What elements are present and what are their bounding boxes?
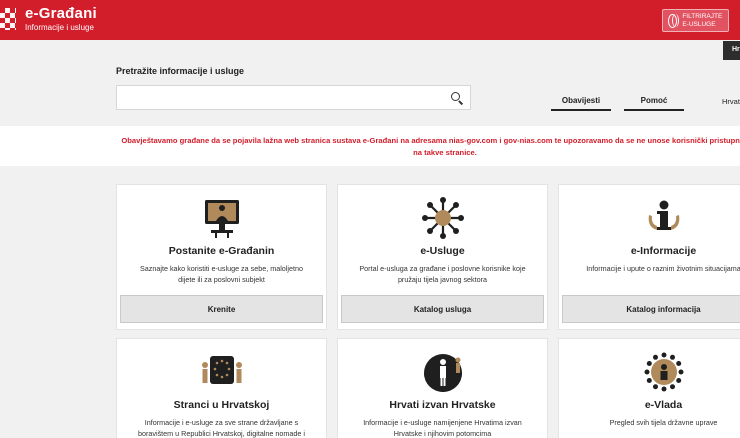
services-network-icon xyxy=(421,197,464,239)
government-circle-icon xyxy=(644,352,683,392)
computer-user-icon xyxy=(204,200,239,238)
globe-person-icon xyxy=(423,354,462,392)
katalog-usluga-button[interactable]: Katalog usluga xyxy=(341,295,544,323)
card-e-informacije: e-Informacije Informacije i upute o razn… xyxy=(558,184,740,330)
brand-title[interactable]: e-Građani xyxy=(25,5,97,22)
card-description: Informacije i upute o raznim životnim si… xyxy=(586,264,740,273)
card-title: e-Usluge xyxy=(420,245,465,257)
card-description: Pregled svih tijela državne uprave xyxy=(609,418,718,427)
tab-obavijesti[interactable]: Obavijesti xyxy=(551,96,611,111)
search-input[interactable] xyxy=(117,86,437,109)
tab-pomoc[interactable]: Pomoć xyxy=(624,96,684,111)
card-postanite-e-gradanin: Postanite e-Građanin Saznajte kako koris… xyxy=(116,184,327,330)
card-description: Saznajte kako koristiti e-usluge za sebe… xyxy=(139,264,303,284)
brand-subtitle: Informacije i usluge xyxy=(25,23,94,32)
card-e-vlada[interactable]: e-Vlada Pregled svih tijela državne upra… xyxy=(558,338,740,438)
filter-services-label: FILTRIRAJTE E-USLUGE xyxy=(682,12,723,28)
card-title: e-Vlada xyxy=(644,399,683,411)
card-stranci-u-hrvatskoj[interactable]: Stranci u Hrvatskoj Informacije i e-uslu… xyxy=(116,338,327,438)
warning-message: Obavještavamo građane da se pojavila laž… xyxy=(121,136,740,157)
eu-flag-people-icon xyxy=(201,356,242,384)
card-description: Informacije i e-usluge za sve strane drž… xyxy=(138,418,305,438)
card-title: e-Informacije xyxy=(630,245,697,257)
krenite-button[interactable]: Krenite xyxy=(120,295,323,323)
card-title: Stranci u Hrvatskoj xyxy=(173,399,270,411)
information-person-icon xyxy=(648,200,679,230)
search-box xyxy=(116,85,471,110)
card-title: Postanite e-Građanin xyxy=(168,245,275,257)
search-label: Pretražite informacije i usluge xyxy=(116,66,245,76)
katalog-informacija-button[interactable]: Katalog informacija xyxy=(562,295,740,323)
top-bar: e-Građani Informacije i usluge FILTRIRAJ… xyxy=(0,0,740,40)
card-description: Informacije i e-usluge namijenjene Hrvat… xyxy=(363,418,522,438)
help-corner-button[interactable]: Hr xyxy=(723,41,740,60)
filter-services-button[interactable]: FILTRIRAJTE E-USLUGE xyxy=(662,9,729,32)
card-title: Hrvati izvan Hrvatske xyxy=(389,399,496,411)
globe-icon xyxy=(668,13,680,28)
card-description: Portal e-usluga za građane i poslovne ko… xyxy=(359,264,526,284)
search-icon[interactable] xyxy=(451,92,460,101)
card-hrvati-izvan-hrvatske[interactable]: Hrvati izvan Hrvatske Informacije i e-us… xyxy=(337,338,548,438)
checkerboard-logo-icon[interactable] xyxy=(0,8,16,30)
language-selector[interactable]: Hrvat xyxy=(722,97,740,106)
card-e-usluge: e-Usluge Portal e-usluga za građane i po… xyxy=(337,184,548,330)
